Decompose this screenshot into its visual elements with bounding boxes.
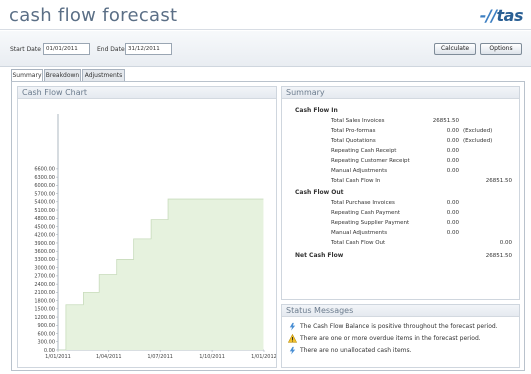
tas-logo: -//tas	[479, 6, 524, 25]
summary-row-value: 0.00	[446, 230, 459, 236]
y-tick-label: 6000.00	[34, 183, 55, 189]
info-icon	[289, 346, 296, 355]
y-tick-label: 3300.00	[34, 257, 55, 263]
y-tick-label: 4800.00	[34, 216, 55, 222]
summary-row-value: 0.00	[446, 200, 459, 206]
y-tick-label: 6300.00	[34, 175, 55, 181]
summary-row-label: Manual Adjustments	[331, 168, 388, 174]
summary-panel: Summary Cash Flow In Total Sales Invoice…	[281, 86, 520, 300]
y-tick-label: 1800.00	[34, 298, 55, 304]
status-message: The Cash Flow Balance is positive throug…	[288, 322, 498, 331]
y-tick-label: 2100.00	[34, 290, 55, 296]
total-cash-flow-out-label: Total Cash Flow Out	[331, 240, 386, 246]
summary-row-label: Manual Adjustments	[331, 230, 388, 236]
summary-row-label: Total Sales Invoices	[331, 118, 385, 124]
y-tick-label: 1200.00	[34, 315, 55, 321]
tab-breakdown[interactable]: Breakdown	[44, 69, 81, 81]
page-title: cash flow forecast	[9, 5, 178, 26]
cash-flow-out-heading: Cash Flow Out	[295, 189, 344, 196]
status-panel-title: Status Messages	[282, 305, 519, 317]
end-date-label: End Date	[97, 46, 125, 53]
warning-icon	[288, 334, 297, 343]
summary-panel-title: Summary	[282, 87, 519, 99]
y-tick-label: 5700.00	[34, 191, 55, 197]
total-cash-flow-out-value: 0.00	[499, 240, 512, 246]
cash-flow-chart-panel: Cash Flow Chart 0.00 300.00 600.00 900.00 12…	[17, 86, 277, 368]
summary-row-label: Repeating Customer Receipt	[331, 158, 410, 164]
summary-row-label: Total Pro-formas	[331, 128, 376, 134]
y-tick-label: 900.00	[38, 323, 56, 329]
summary-row-label: Repeating Cash Receipt	[331, 148, 397, 154]
summary-row-note: (Excluded)	[463, 138, 493, 144]
summary-row-label: Repeating Supplier Payment	[331, 220, 410, 226]
y-tick-label: 6600.00	[34, 167, 55, 173]
y-tick-label: 0.00	[44, 348, 55, 354]
x-tick-label: 1/01/2012	[251, 354, 276, 360]
cash-flow-in-heading: Cash Flow In	[295, 107, 338, 114]
start-date-input[interactable]: 01/01/2011	[43, 43, 90, 55]
summary-row-value: 0.00	[446, 220, 459, 226]
options-button[interactable]: Options	[480, 43, 522, 55]
total-cash-flow-in-label: Total Cash Flow In	[331, 178, 381, 184]
date-toolbar: Start Date 01/01/2011 End Date 31/12/201…	[0, 31, 531, 67]
status-message: There are no unallocated cash items.	[288, 346, 412, 355]
summary-row-label: Total Quotations	[331, 138, 376, 144]
summary-row-value: 0.00	[446, 158, 459, 164]
y-tick-label: 3600.00	[34, 249, 55, 255]
y-tick-label: 5100.00	[34, 208, 55, 214]
status-messages-panel: Status Messages The Cash Flow Balance is…	[281, 304, 520, 368]
summary-row-value: 0.00	[446, 168, 459, 174]
summary-row-note: (Excluded)	[463, 128, 493, 134]
x-tick-label: 1/04/2011	[96, 354, 122, 360]
y-tick-label: 5400.00	[34, 200, 55, 206]
x-tick-label: 1/07/2011	[147, 354, 173, 360]
summary-row-value: 0.00	[446, 210, 459, 216]
summary-row-value: 26851.50	[432, 118, 459, 124]
summary-row-value: 0.00	[446, 148, 459, 154]
calculate-button[interactable]: Calculate	[434, 43, 476, 55]
summary-row-label: Total Purchase Invoices	[331, 200, 395, 206]
total-cash-flow-in-value: 26851.50	[485, 178, 512, 184]
y-tick-label: 2700.00	[34, 274, 55, 280]
x-tick-label: 1/10/2011	[199, 354, 225, 360]
info-icon	[289, 322, 296, 331]
chart-panel-title: Cash Flow Chart	[18, 87, 276, 99]
y-tick-label: 600.00	[38, 331, 56, 337]
y-tick-label: 300.00	[38, 340, 56, 346]
summary-row-value: 0.00	[446, 128, 459, 134]
status-message: There are one or more overdue items in t…	[288, 334, 481, 343]
x-tick-label: 1/01/2011	[45, 354, 71, 360]
y-tick-label: 4200.00	[34, 233, 55, 239]
y-tick-label: 3900.00	[34, 241, 55, 247]
y-tick-label: 2400.00	[34, 282, 55, 288]
cash-flow-chart: 0.00 300.00 600.00 900.00 1200.00 1500.00 1800…	[34, 114, 276, 360]
net-cash-flow-value: 26851.50	[485, 253, 512, 259]
start-date-label: Start Date	[10, 46, 41, 53]
y-tick-label: 1500.00	[34, 307, 55, 313]
y-tick-label: 4500.00	[34, 224, 55, 230]
tab-content: Cash Flow Chart 0.00 300.00 600.00 900.00 12…	[11, 81, 525, 371]
app-header: cash flow forecast -//tas	[0, 0, 531, 30]
cash-flow-area	[58, 199, 264, 350]
net-cash-flow-label: Net Cash Flow	[295, 252, 344, 259]
summary-row-value: 0.00	[446, 138, 459, 144]
end-date-input[interactable]: 31/12/2011	[125, 43, 172, 55]
summary-row-label: Repeating Cash Payment	[331, 210, 401, 216]
tab-adjustments[interactable]: Adjustments	[82, 69, 125, 81]
y-tick-label: 3000.00	[34, 265, 55, 271]
